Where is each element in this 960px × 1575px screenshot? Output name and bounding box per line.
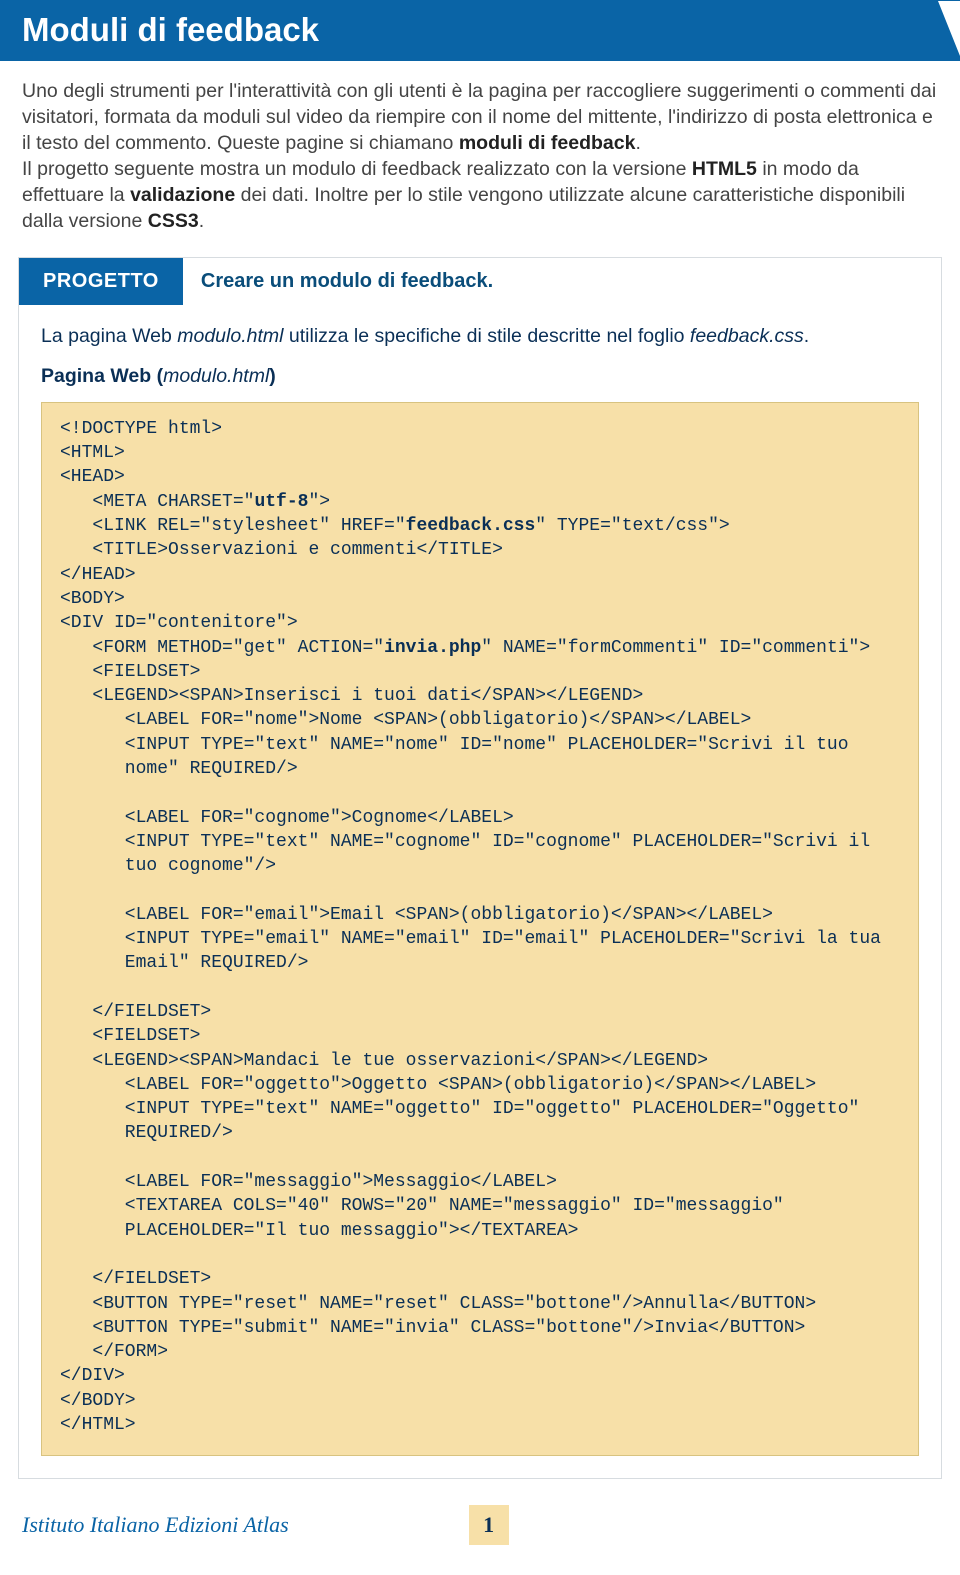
- page-title-bar: Moduli di feedback: [0, 0, 960, 61]
- code-bold: utf-8: [254, 492, 308, 512]
- code-line: " NAME="formCommenti" ID="commenti">: [481, 638, 870, 658]
- intro-bold-html5: HTML5: [692, 158, 757, 180]
- code-line: <INPUT TYPE="text" NAME="nome" ID="nome"…: [60, 735, 849, 755]
- code-line: <LINK REL="stylesheet" HREF=": [60, 516, 406, 536]
- code-bold: feedback.css: [406, 516, 536, 536]
- code-line: <LABEL FOR="cognome">Cognome</LABEL>: [60, 808, 514, 828]
- intro-text: Il progetto seguente mostra un modulo di…: [22, 158, 692, 180]
- page-title: Moduli di feedback: [22, 11, 319, 48]
- code-line: PLACEHOLDER="Il tuo messaggio"></TEXTARE…: [60, 1221, 578, 1241]
- code-line: <!DOCTYPE html>: [60, 419, 222, 439]
- intro-bold-validazione: validazione: [130, 184, 235, 206]
- code-line: </HTML>: [60, 1415, 136, 1435]
- code-line: <TEXTAREA COLS="40" ROWS="20" NAME="mess…: [60, 1196, 784, 1216]
- progetto-box: PROGETTO Creare un modulo di feedback. L…: [18, 257, 942, 1480]
- progetto-title: Creare un modulo di feedback.: [183, 258, 941, 305]
- code-line: <LEGEND><SPAN>Mandaci le tue osservazion…: [60, 1051, 708, 1071]
- desc-filename: feedback.css: [690, 325, 804, 347]
- code-bold: invia.php: [384, 638, 481, 658]
- code-line: REQUIRED/>: [60, 1123, 233, 1143]
- code-line: <LABEL FOR="email">Email <SPAN>(obbligat…: [60, 905, 773, 925]
- code-line: tuo cognome"/>: [60, 856, 276, 876]
- intro-paragraphs: Uno degli strumenti per l'interattività …: [0, 61, 960, 245]
- code-line: <FORM METHOD="get" ACTION=": [60, 638, 384, 658]
- progetto-body: La pagina Web modulo.html utilizza le sp…: [19, 305, 941, 1479]
- code-listing: <!DOCTYPE html> <HTML> <HEAD> <META CHAR…: [41, 402, 919, 1456]
- intro-text: .: [635, 132, 640, 154]
- code-line: " TYPE="text/css">: [535, 516, 729, 536]
- code-line: </FORM>: [60, 1342, 168, 1362]
- code-line: <META CHARSET=": [60, 492, 254, 512]
- code-line: <LABEL FOR="messaggio">Messaggio</LABEL>: [60, 1172, 557, 1192]
- code-line: <FIELDSET>: [60, 1026, 200, 1046]
- intro-bold-css3: CSS3: [148, 210, 199, 232]
- subhead-text: ): [269, 365, 276, 387]
- desc-text: .: [804, 325, 809, 347]
- code-line: </DIV>: [60, 1366, 125, 1386]
- progetto-tag: PROGETTO: [19, 258, 183, 305]
- progetto-header: PROGETTO Creare un modulo di feedback.: [19, 258, 941, 305]
- code-line: <LABEL FOR="oggetto">Oggetto <SPAN>(obbl…: [60, 1075, 816, 1095]
- code-line: </FIELDSET>: [60, 1002, 211, 1022]
- code-line: <TITLE>Osservazioni e commenti</TITLE>: [60, 540, 503, 560]
- intro-bold-moduli: moduli di feedback: [459, 132, 636, 154]
- subhead-filename: modulo.html: [163, 365, 269, 387]
- publisher-brand: Istituto Italiano Edizioni Atlas: [22, 1512, 289, 1538]
- page-footer: Istituto Italiano Edizioni Atlas 1: [0, 1505, 960, 1545]
- code-line: nome" REQUIRED/>: [60, 759, 298, 779]
- code-line: <FIELDSET>: [60, 662, 200, 682]
- code-line: <INPUT TYPE="text" NAME="cognome" ID="co…: [60, 832, 870, 852]
- intro-text: .: [199, 210, 204, 232]
- code-line: <LABEL FOR="nome">Nome <SPAN>(obbligator…: [60, 710, 751, 730]
- code-line: <HTML>: [60, 443, 125, 463]
- code-line: </BODY>: [60, 1391, 136, 1411]
- code-line: <HEAD>: [60, 467, 125, 487]
- code-line: <INPUT TYPE="text" NAME="oggetto" ID="og…: [60, 1099, 859, 1119]
- code-line: Email" REQUIRED/>: [60, 953, 308, 973]
- page-number: 1: [469, 1505, 509, 1545]
- subhead-text: Pagina Web (: [41, 365, 163, 387]
- code-line: <BUTTON TYPE="submit" NAME="invia" CLASS…: [60, 1318, 805, 1338]
- code-line: </HEAD>: [60, 565, 136, 585]
- desc-text: utilizza le specifiche di stile descritt…: [283, 325, 689, 347]
- code-line: </FIELDSET>: [60, 1269, 211, 1289]
- code-line: <INPUT TYPE="email" NAME="email" ID="ema…: [60, 929, 881, 949]
- progetto-description: La pagina Web modulo.html utilizza le sp…: [41, 323, 919, 349]
- desc-text: La pagina Web: [41, 325, 177, 347]
- code-line: ">: [308, 492, 330, 512]
- code-line: <BODY>: [60, 589, 125, 609]
- code-section-heading: Pagina Web (modulo.html): [41, 365, 919, 388]
- code-line: <BUTTON TYPE="reset" NAME="reset" CLASS=…: [60, 1294, 816, 1314]
- code-line: <DIV ID="contenitore">: [60, 613, 298, 633]
- desc-filename: modulo.html: [177, 325, 283, 347]
- code-line: <LEGEND><SPAN>Inserisci i tuoi dati</SPA…: [60, 686, 643, 706]
